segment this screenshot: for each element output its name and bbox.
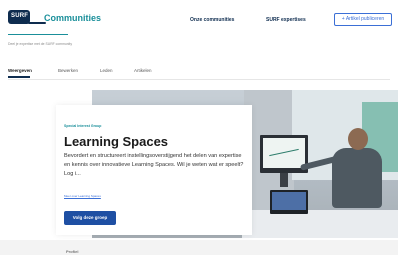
group-info-card: Special Interest Group Learning Spaces B… [56, 105, 252, 235]
tab-artikelen[interactable]: Artikelen [134, 68, 152, 73]
bottom-section-heading: Profiel [66, 249, 79, 254]
laptop-screen [272, 192, 306, 210]
page-subtitle: Deel je expertise met de SURF community [8, 42, 73, 46]
bottom-section: Profiel [0, 240, 398, 255]
group-more-link[interactable]: Meer over Learning Spaces [64, 194, 101, 198]
brand-name[interactable]: Communities [44, 13, 101, 23]
active-tab-indicator [8, 76, 30, 78]
group-title: Learning Spaces [64, 134, 169, 149]
monitor-screen [263, 138, 305, 168]
tab-leden[interactable]: Leden [100, 68, 113, 73]
screen-chart-line [269, 148, 299, 157]
nav-surf-expertises[interactable]: SURF expertises [266, 17, 306, 23]
publish-article-button[interactable]: + Artikel publiceren [334, 13, 392, 26]
person-body [332, 148, 382, 208]
monitor-stand [280, 173, 288, 187]
tab-weergeven[interactable]: Weergeven [8, 68, 32, 73]
laptop-illustration [270, 190, 308, 214]
person-head [348, 128, 368, 150]
group-description: Bevordert en structureert instellingsove… [64, 153, 244, 177]
tabs-divider [8, 79, 390, 80]
header-divider [8, 34, 68, 35]
group-type-label: Special Interest Group [64, 124, 102, 128]
hero-desk [242, 210, 398, 238]
nav-onze-communities[interactable]: Onze communities [190, 17, 234, 23]
logo-text: SURF [11, 13, 29, 19]
follow-group-button[interactable]: Volg deze groep [64, 211, 116, 225]
top-header: SURF Communities Onze communities SURF e… [0, 0, 398, 40]
tab-bewerken[interactable]: Bewerken [58, 68, 78, 73]
